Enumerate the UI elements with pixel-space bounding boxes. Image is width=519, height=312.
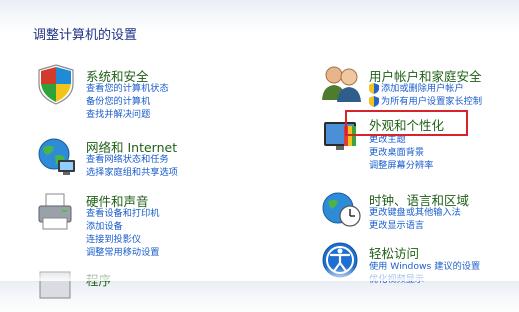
security-shield-icon[interactable]: [34, 62, 78, 106]
uac-shield-icon: [369, 96, 379, 107]
link-backup-computer[interactable]: 备份您的计算机: [86, 95, 169, 108]
uac-shield-icon: [369, 83, 379, 94]
users-icon[interactable]: [320, 62, 364, 106]
printer-icon[interactable]: [34, 190, 78, 234]
link-parental-controls-label: 为所有用户设置家长控制: [381, 96, 483, 107]
link-parental-controls[interactable]: 为所有用户设置家长控制: [369, 95, 482, 108]
link-view-network-status[interactable]: 查看网络状态和任务: [86, 153, 178, 166]
link-view-computer-status[interactable]: 查看您的计算机状态: [86, 82, 169, 95]
clock-globe-icon[interactable]: [320, 186, 364, 230]
link-add-remove-accounts[interactable]: 添加或删除用户帐户: [369, 82, 482, 95]
link-adjust-resolution[interactable]: 调整屏幕分辨率: [369, 159, 433, 172]
link-troubleshoot[interactable]: 查找并解决问题: [86, 108, 169, 121]
link-devices-printers[interactable]: 查看设备和打印机: [86, 207, 160, 220]
link-mobility-settings[interactable]: 调整常用移动设置: [86, 246, 160, 259]
network-globe-icon[interactable]: [34, 134, 78, 178]
page-title: 调整计算机的设置: [33, 28, 138, 43]
bottom-fade: [0, 267, 519, 281]
link-change-keyboard-input[interactable]: 更改键盘或其他输入法: [369, 206, 461, 219]
link-homegroup-sharing[interactable]: 选择家庭组和共享选项: [86, 166, 178, 179]
link-add-remove-accounts-label: 添加或删除用户帐户: [381, 83, 464, 94]
link-connect-projector[interactable]: 连接到投影仪: [86, 233, 160, 246]
link-change-desktop-background[interactable]: 更改桌面背景: [369, 146, 433, 159]
highlight-box: [345, 110, 468, 136]
link-add-device[interactable]: 添加设备: [86, 220, 160, 233]
link-change-display-language[interactable]: 更改显示语言: [369, 219, 461, 232]
